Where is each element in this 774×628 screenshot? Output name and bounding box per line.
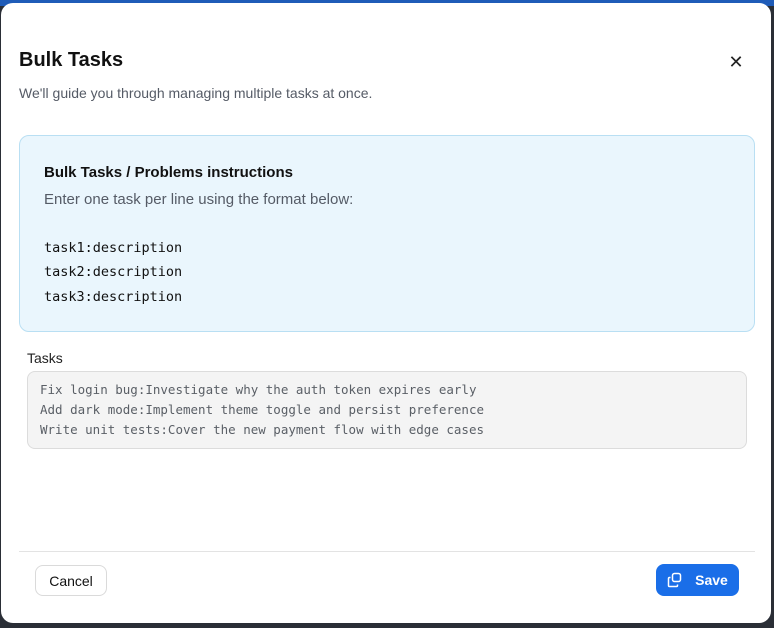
tasks-textarea[interactable]: Fix login bug:Investigate why the auth t…: [27, 371, 747, 449]
task-line: Add dark mode:Implement theme toggle and…: [40, 402, 485, 417]
format-line: task3:description: [44, 289, 183, 305]
tasks-label: Tasks: [27, 350, 63, 366]
footer-divider: [19, 551, 755, 552]
format-line: task1:description: [44, 240, 183, 256]
cancel-button-label: Cancel: [49, 572, 93, 589]
dialog-subtitle: We'll guide you through managing multipl…: [19, 85, 373, 101]
save-button-label: Save: [695, 572, 728, 588]
copy-icon: [667, 572, 683, 588]
instructions-title: Bulk Tasks / Problems instructions: [44, 164, 293, 181]
cancel-button[interactable]: Cancel: [35, 565, 107, 596]
instructions-panel: Bulk Tasks / Problems instructions Enter…: [19, 135, 755, 332]
bulk-tasks-dialog: Bulk Tasks ✕ We'll guide you through man…: [1, 3, 771, 623]
task-line: Write unit tests:Cover the new payment f…: [40, 422, 485, 437]
save-button[interactable]: Save: [656, 564, 739, 596]
instructions-description: Enter one task per line using the format…: [44, 191, 354, 208]
task-line: Fix login bug:Investigate why the auth t…: [40, 382, 477, 397]
dialog-title: Bulk Tasks: [19, 49, 124, 71]
format-line: task2:description: [44, 264, 183, 280]
close-button[interactable]: ✕: [725, 51, 747, 73]
close-icon: ✕: [728, 51, 744, 72]
